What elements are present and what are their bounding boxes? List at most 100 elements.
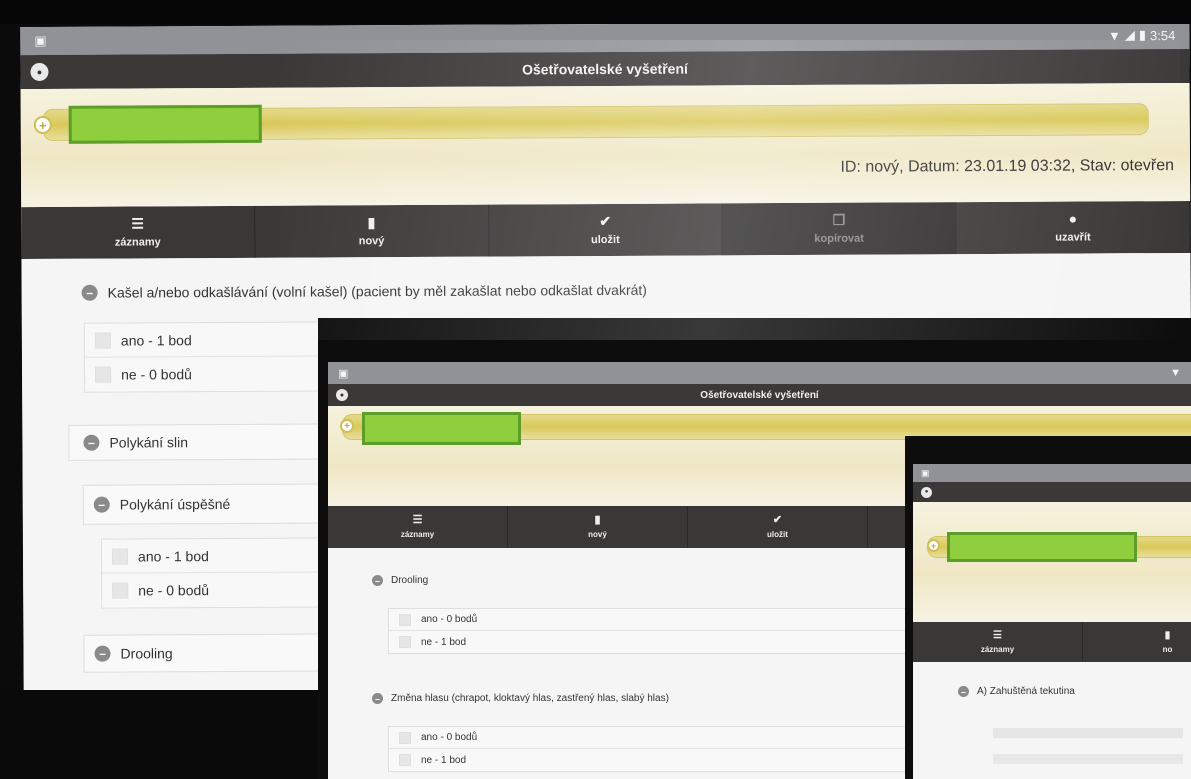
check-icon: ✔	[599, 212, 612, 230]
section-title: Drooling	[120, 645, 173, 662]
collapse-icon[interactable]: –	[372, 575, 383, 586]
checkbox[interactable]	[94, 332, 111, 349]
patient-panel: +	[913, 502, 1191, 622]
redacted-patient-name	[362, 412, 521, 445]
option-yes[interactable]: ano - 0 bodů	[389, 727, 947, 749]
wifi-icon: ▼	[1170, 367, 1181, 379]
bezel-top	[0, 0, 1191, 24]
page-title: Ošetřovatelské vyšetření	[700, 389, 819, 401]
wifi-icon: ▼	[1107, 27, 1121, 43]
checkbox[interactable]	[399, 613, 411, 626]
app-bar: ● Ošetřovatelské vyšetření	[328, 384, 1191, 406]
list-icon: ☰	[993, 629, 1002, 641]
screen-3-display: ▣ ● + ☰ záznamy ▮ no – A) Zahuštěná teku…	[913, 464, 1191, 779]
notification-icon: ▣	[921, 467, 930, 478]
options-voice: ano - 0 bodů ne - 1 bod	[388, 726, 948, 772]
home-button[interactable]: ●	[921, 486, 932, 498]
option-label: ne - 0 bodů	[121, 366, 192, 383]
option-no[interactable]: ne - 1 bod	[389, 749, 947, 771]
save-label: uložit	[590, 233, 620, 247]
lock-icon: ●	[1068, 210, 1078, 227]
option-label: ano - 1 bod	[137, 547, 209, 564]
status-right: ▼ ◢ ▮ 3:54	[1108, 27, 1175, 43]
blurred-option-2	[993, 754, 1183, 764]
checkbox[interactable]	[399, 636, 411, 648]
checkbox[interactable]	[399, 754, 411, 766]
section-title: A) Zahuštěná tekutina	[977, 686, 1075, 697]
copy-button[interactable]: ❐ kopírovat	[722, 202, 957, 256]
records-button[interactable]: ☰ záznamy	[328, 506, 508, 548]
option-label: ano - 0 bodů	[421, 614, 478, 625]
section-thickened-liquid[interactable]: – A) Zahuštěná tekutina	[958, 686, 1075, 697]
home-button[interactable]: ●	[30, 62, 49, 82]
new-button[interactable]: ▮ nový	[508, 506, 688, 548]
section-title: Polykání slin	[109, 434, 189, 451]
collapse-icon[interactable]: –	[93, 496, 110, 513]
section-title: Drooling	[391, 575, 429, 586]
options-drooling: ano - 0 bodů ne - 1 bod	[388, 608, 948, 654]
app-bar: ●	[913, 482, 1191, 502]
page-title: Ošetřovatelské vyšetření	[522, 60, 688, 78]
document-icon: ▮	[594, 514, 601, 526]
new-label: nový	[358, 235, 385, 248]
copy-label: kopírovat	[814, 232, 864, 245]
expand-patient-icon[interactable]: +	[927, 539, 940, 552]
check-icon: ✔	[772, 514, 783, 526]
signal-icon: ◢	[1124, 27, 1135, 43]
document-icon: ▮	[367, 214, 376, 231]
action-toolbar: ☰ záznamy ▮ nový ✔ uložit ❐ kopírovat ● …	[21, 200, 1191, 260]
save-button[interactable]: ✔ uložit	[688, 506, 868, 548]
new-label-partial: no	[1162, 644, 1173, 654]
notification-icon: ▣	[338, 367, 349, 380]
section-title: Změna hlasu (chrapot, kloktavý hlas, zas…	[391, 693, 669, 704]
section-title: Kašel a/nebo odkašlávání (volní kašel) (…	[107, 281, 647, 301]
save-button[interactable]: ✔ uložit	[488, 203, 723, 257]
notification-icon: ▣	[34, 32, 47, 48]
patient-panel: + ID: nový, Datum: 23.01.19 03:32, Stav:…	[20, 82, 1191, 208]
section-drooling[interactable]: – Drooling	[372, 575, 428, 586]
option-label: ne - 1 bod	[421, 636, 467, 648]
blurred-option-1	[993, 728, 1183, 738]
records-button[interactable]: ☰ záznamy	[913, 622, 1083, 662]
option-no[interactable]: ne - 1 bod	[389, 631, 947, 653]
checkbox[interactable]	[95, 366, 112, 383]
collapse-icon[interactable]: –	[94, 645, 111, 662]
status-bar: ▣ ▼	[328, 362, 1191, 384]
records-label: záznamy	[400, 530, 435, 539]
collapse-icon[interactable]: –	[958, 686, 969, 697]
home-button[interactable]: ●	[336, 389, 348, 401]
checkbox[interactable]	[399, 731, 411, 744]
copy-icon: ❐	[832, 211, 846, 228]
records-label: záznamy	[114, 236, 161, 249]
checkbox[interactable]	[112, 582, 129, 599]
battery-icon: ▮	[1138, 27, 1147, 43]
clock: 3:54	[1149, 27, 1176, 43]
expand-patient-icon[interactable]: +	[340, 419, 354, 433]
new-button[interactable]: ▮ nový	[254, 204, 490, 258]
close-record-button[interactable]: ● uzavřít	[956, 200, 1191, 255]
section-cough[interactable]: – Kašel a/nebo odkašlávání (volní kašel)…	[81, 281, 647, 301]
records-button[interactable]: ☰ záznamy	[21, 205, 256, 260]
collapse-icon[interactable]: –	[372, 693, 383, 704]
close-record-label: uzavřít	[1055, 231, 1091, 244]
checkbox[interactable]	[111, 548, 129, 565]
section-voice-change[interactable]: – Změna hlasu (chrapot, kloktavý hlas, z…	[372, 693, 669, 704]
tablet-screen-3: ▣ ● + ☰ záznamy ▮ no – A) Zahuštěná teku…	[905, 436, 1191, 779]
redacted-patient-name	[947, 532, 1137, 562]
option-yes[interactable]: ano - 0 bodů	[389, 609, 947, 631]
action-toolbar: ☰ záznamy ▮ no	[913, 622, 1191, 662]
record-info: ID: nový, Datum: 23.01.19 03:32, Stav: o…	[840, 157, 1175, 176]
collapse-icon[interactable]: –	[83, 434, 100, 451]
list-icon: ☰	[412, 514, 423, 526]
collapse-icon[interactable]: –	[81, 284, 98, 301]
option-label: ne - 0 bodů	[138, 582, 210, 599]
new-button-partial[interactable]: ▮ no	[1083, 622, 1191, 662]
bezel-bottom	[0, 690, 318, 779]
status-bar: ▣	[913, 464, 1191, 482]
section-title: Polykání úspěšné	[119, 495, 231, 513]
photo-stage: ▣ ▼ ◢ ▮ 3:54 ● Ošetřovatelské vyšetření …	[0, 0, 1191, 779]
expand-patient-icon[interactable]: +	[33, 115, 52, 134]
document-icon: ▮	[1164, 629, 1171, 641]
redacted-patient-name	[68, 104, 262, 144]
list-icon: ☰	[131, 215, 144, 232]
